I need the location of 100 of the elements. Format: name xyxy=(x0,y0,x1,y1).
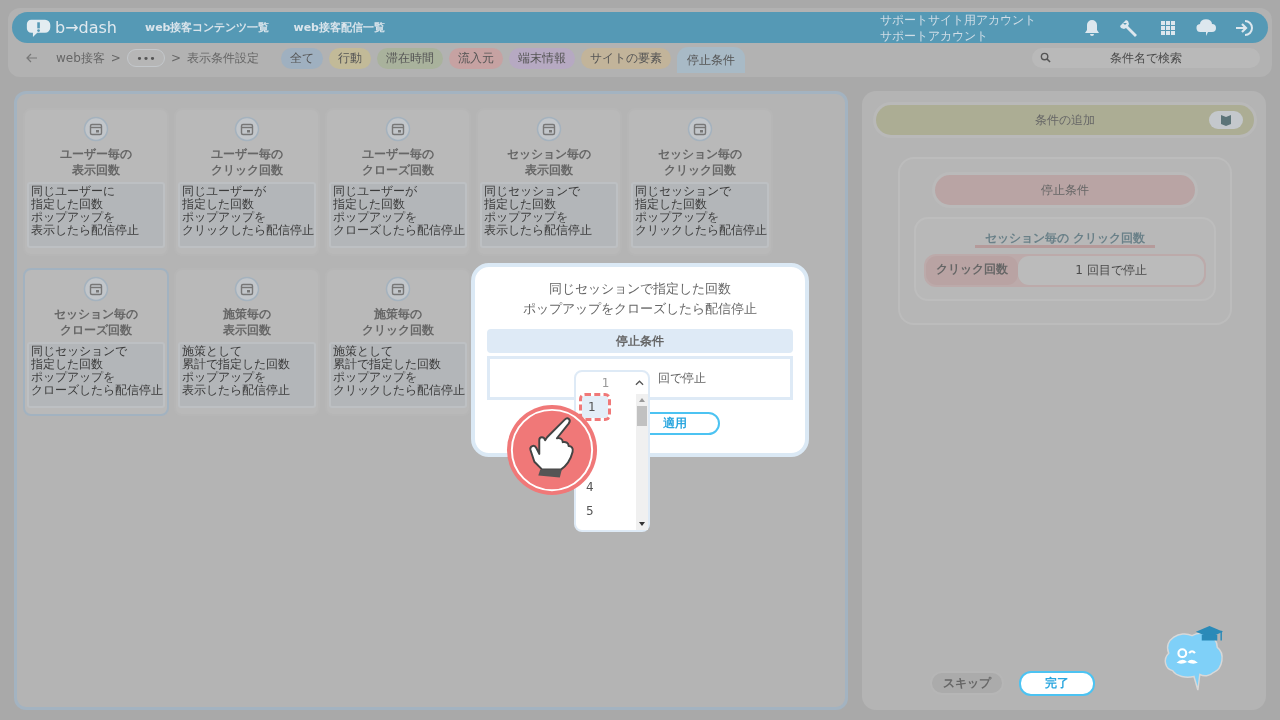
add-condition-button[interactable]: 条件の追加 xyxy=(876,105,1254,135)
card-title: クリック回数 xyxy=(211,162,283,178)
dropdown-option[interactable]: 5 xyxy=(582,504,598,518)
table-header: 停止条件 xyxy=(487,329,793,353)
nav-link[interactable]: web接客配信一覧 xyxy=(293,20,385,35)
scroll-down-icon[interactable] xyxy=(638,521,646,527)
back-arrow-icon[interactable] xyxy=(26,53,38,63)
breadcrumb-separator: > xyxy=(170,51,181,65)
filter-tab[interactable]: 端末情報 xyxy=(508,47,575,69)
chevron-up-icon xyxy=(635,380,644,386)
card-description: 同じユーザーに xyxy=(31,185,115,198)
card-title: クリック回数 xyxy=(664,162,736,178)
card-title: ユーザー毎の xyxy=(211,146,283,162)
card-description: ポップアップを xyxy=(484,211,568,224)
card-description: 累計で指定した回数 xyxy=(182,358,290,371)
card-description: ポップアップを xyxy=(31,371,115,384)
skip-button[interactable]: スキップ xyxy=(930,671,1004,695)
search-icon xyxy=(1040,52,1051,63)
card-description: 同じセッションで xyxy=(635,185,731,198)
card-title: セッション毎の xyxy=(658,146,742,162)
condition-value: 1 回目で停止 xyxy=(1018,256,1204,285)
scroll-thumb[interactable] xyxy=(637,406,647,426)
breadcrumb-current: 表示条件設定 xyxy=(186,49,259,67)
search-field[interactable]: 条件名で検索 xyxy=(1032,48,1260,68)
card-description: 表示したら配信停止 xyxy=(182,384,290,397)
card-title: セッション毎の xyxy=(54,306,138,322)
condition-card[interactable]: 施策毎の クリック回数 施策として 累計で指定した回数 ポップアップを クリックしたら配信停止 xyxy=(325,268,471,416)
condition-card[interactable]: ユーザー毎の 表示回数 同じユーザーに 指定した回数 ポップアップを 表示したら配信停止 xyxy=(23,108,169,256)
breadcrumb-link[interactable]: web接客 xyxy=(56,49,105,67)
calendar-icon xyxy=(385,116,411,142)
calendar-icon xyxy=(83,276,109,302)
card-description: クローズしたら配信停止 xyxy=(333,224,465,237)
card-description: ポップアップを xyxy=(635,211,719,224)
calendar-icon xyxy=(385,276,411,302)
card-description: ポップアップを xyxy=(31,211,115,224)
card-description: 指定した回数 xyxy=(484,198,556,211)
breadcrumb-separator: > xyxy=(110,51,121,65)
card-description: 表示したら配信停止 xyxy=(484,224,592,237)
filter-tab[interactable]: 全て xyxy=(280,47,323,69)
card-title: 表示回数 xyxy=(223,322,271,338)
card-description: 指定した回数 xyxy=(635,198,707,211)
card-description: ポップアップを xyxy=(182,371,266,384)
filter-tab[interactable]: 停止条件 xyxy=(676,47,745,73)
bell-icon[interactable] xyxy=(1082,17,1102,38)
condition-card[interactable]: セッション毎の クリック回数 同じセッションで 指定した回数 ポップアップを クリックしたら配信停止 xyxy=(627,108,773,256)
nav-link[interactable]: web接客コンテンツ一覧 xyxy=(145,20,270,35)
card-title: 施策毎の xyxy=(374,306,422,322)
card-description: 施策として xyxy=(182,345,242,358)
dropdown-option[interactable]: 1 xyxy=(582,396,608,418)
card-title: ユーザー毎の xyxy=(60,146,132,162)
filter-tab[interactable]: 流入元 xyxy=(448,47,503,69)
card-description: ポップアップを xyxy=(333,371,417,384)
card-description: 表示したら配信停止 xyxy=(31,224,139,237)
scroll-up-icon[interactable] xyxy=(638,397,646,403)
filter-tab[interactable]: 滞在時間 xyxy=(376,47,443,69)
condition-title: セッション毎の クリック回数 xyxy=(974,231,1156,248)
logo-text: b→dash xyxy=(55,18,117,37)
card-title: 表示回数 xyxy=(72,162,120,178)
card-description: クローズしたら配信停止 xyxy=(31,384,163,397)
card-description: クリックしたら配信停止 xyxy=(182,224,314,237)
condition-card[interactable]: ユーザー毎の クローズ回数 同じユーザーが 指定した回数 ポップアップを クローズしたら配信停止 xyxy=(325,108,471,256)
card-title: ユーザー毎の xyxy=(362,146,434,162)
select-value: 1 xyxy=(600,376,611,390)
card-description: 施策として xyxy=(333,345,393,358)
card-description: 同じセッションで xyxy=(31,345,127,358)
card-title: クローズ回数 xyxy=(362,162,434,178)
sign-in-icon[interactable] xyxy=(1234,17,1254,38)
card-description: 累計で指定した回数 xyxy=(333,358,441,371)
calendar-icon xyxy=(83,116,109,142)
dropdown-option[interactable]: 4 xyxy=(582,480,598,494)
condition-card[interactable]: セッション毎の クローズ回数 同じセッションで 指定した回数 ポップアップを クローズしたら配信停止 xyxy=(23,268,169,416)
logo-icon xyxy=(26,17,52,38)
filter-tab[interactable]: サイトの要素 xyxy=(580,47,671,69)
card-description: 同じセッションで xyxy=(484,185,580,198)
calendar-icon xyxy=(234,276,260,302)
calendar-icon xyxy=(687,116,713,142)
scrollbar[interactable] xyxy=(636,394,648,530)
card-title: 施策毎の xyxy=(223,306,271,322)
card-description: クリックしたら配信停止 xyxy=(635,224,767,237)
group-title: 停止条件 xyxy=(935,175,1195,205)
card-description: 指定した回数 xyxy=(31,198,103,211)
wrench-icon[interactable] xyxy=(1120,17,1140,38)
account-name: サポートサイト用アカウント xyxy=(880,11,1036,28)
card-description: ポップアップを xyxy=(333,211,417,224)
card-description: 指定した回数 xyxy=(182,198,254,211)
card-description: ポップアップを xyxy=(182,211,266,224)
card-description: 同じユーザーが xyxy=(182,185,266,198)
condition-card[interactable]: セッション毎の 表示回数 同じセッションで 指定した回数 ポップアップを 表示したら配信停止 xyxy=(476,108,622,256)
condition-card[interactable]: 施策毎の 表示回数 施策として 累計で指定した回数 ポップアップを 表示したら配信停止 xyxy=(174,268,320,416)
card-description: 同じユーザーが xyxy=(333,185,417,198)
dialog-description: 同じセッションで指定した回数 xyxy=(549,280,731,298)
suffix-label: 回で停止 xyxy=(658,369,706,387)
done-button[interactable]: 完了 xyxy=(1019,671,1095,696)
filter-tab[interactable]: 行動 xyxy=(328,47,371,69)
dialog-description: ポップアップをクローズしたら配信停止 xyxy=(523,300,757,318)
card-title: 表示回数 xyxy=(525,162,573,178)
more-button[interactable]: ••• xyxy=(126,49,165,67)
condition-card[interactable]: ユーザー毎の クリック回数 同じユーザーが 指定した回数 ポップアップを クリックしたら配信停止 xyxy=(174,108,320,256)
card-title: セッション毎の xyxy=(507,146,591,162)
calendar-icon xyxy=(234,116,260,142)
